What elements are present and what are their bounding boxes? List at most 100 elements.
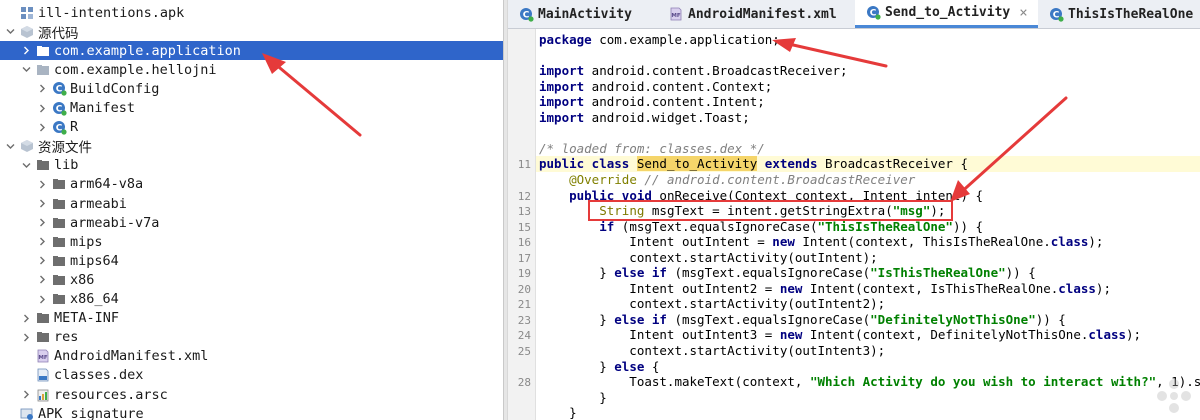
chevron-right-icon[interactable] xyxy=(37,103,47,113)
code-line[interactable]: Toast.makeText(context, "Which Activity … xyxy=(539,374,1200,390)
tab-thisistherealone[interactable]: C ThisIsTheRealOne xyxy=(1038,0,1200,28)
tree-item[interactable]: C Manifest xyxy=(0,99,503,118)
tree-item-label: ill-intentions.apk xyxy=(38,4,185,21)
source-package-icon xyxy=(19,24,35,40)
folder-icon xyxy=(35,157,51,173)
tree-item-label: arm64-v8a xyxy=(70,176,144,193)
svg-text:MF: MF xyxy=(38,355,47,361)
tree-item[interactable]: mips64 xyxy=(0,251,503,270)
code-line[interactable]: @Override // android.content.BroadcastRe… xyxy=(539,172,915,188)
code-line[interactable]: import android.content.Context; xyxy=(539,79,772,95)
line-number: 23 xyxy=(517,313,531,327)
folder-icon xyxy=(51,196,67,212)
chevron-right-icon[interactable] xyxy=(37,237,47,247)
chevron-right-icon[interactable] xyxy=(37,218,47,228)
tree-item[interactable]: classes.dex xyxy=(0,366,503,385)
chevron-down-icon[interactable] xyxy=(5,141,15,151)
chevron-down-icon[interactable] xyxy=(21,160,31,170)
tree-item-label: AndroidManifest.xml xyxy=(54,348,209,365)
tree-item-label: BuildConfig xyxy=(70,80,160,97)
chevron-right-icon[interactable] xyxy=(21,332,31,342)
code-line[interactable]: if (msgText.equalsIgnoreCase("ThisIsTheR… xyxy=(539,219,983,235)
code-line[interactable]: } else if (msgText.equalsIgnoreCase("IsT… xyxy=(539,265,1036,281)
code-line[interactable]: Intent outIntent2 = new Intent(context, … xyxy=(539,281,1111,297)
code-line[interactable]: } else { xyxy=(539,359,659,375)
code-line[interactable]: import android.content.BroadcastReceiver… xyxy=(539,63,848,79)
tree-item[interactable]: MF AndroidManifest.xml xyxy=(0,347,503,366)
tree-item[interactable]: com.example.application xyxy=(0,41,503,61)
editor-tabs: C MainActivity MF AndroidManifest.xml C Send_… xyxy=(508,0,1200,29)
code-line[interactable]: import android.content.Intent; xyxy=(539,94,765,110)
tree-item[interactable]: lib xyxy=(0,156,503,175)
class-icon: C xyxy=(51,119,67,135)
code-line[interactable]: public class Send_to_Activity extends Br… xyxy=(539,156,968,172)
tree-item-label: armeabi xyxy=(70,195,127,212)
chevron-right-icon[interactable] xyxy=(21,46,31,56)
package-icon xyxy=(35,43,51,59)
folder-icon xyxy=(51,215,67,231)
code-line[interactable]: Intent outIntent3 = new Intent(context, … xyxy=(539,327,1141,343)
tree-item[interactable]: 源代码 xyxy=(0,22,503,42)
tree-item-label: classes.dex xyxy=(54,367,144,384)
code-line[interactable]: /* loaded from: classes.dex */ xyxy=(539,141,765,157)
tree-item[interactable]: armeabi xyxy=(0,194,503,213)
chevron-right-icon[interactable] xyxy=(37,275,47,285)
tree-item-label: resources.arsc xyxy=(54,386,168,403)
code-line[interactable]: import android.widget.Toast; xyxy=(539,110,750,126)
tab-label: ThisIsTheRealOne xyxy=(1068,6,1194,22)
code-line[interactable]: } xyxy=(539,405,577,420)
signature-icon xyxy=(19,406,35,420)
tree-item[interactable]: x86_64 xyxy=(0,290,503,309)
tab-androidmanifest-xml[interactable]: MF AndroidManifest.xml xyxy=(658,0,855,28)
chevron-right-icon[interactable] xyxy=(37,84,47,94)
code-line[interactable]: context.startActivity(outIntent3); xyxy=(539,343,885,359)
svg-text:MF: MF xyxy=(671,13,680,19)
tree-item[interactable]: resources.arsc xyxy=(0,385,503,404)
code-line[interactable]: String msgText = intent.getStringExtra("… xyxy=(539,203,945,219)
chevron-right-icon[interactable] xyxy=(21,313,31,323)
tree-item[interactable]: ill-intentions.apk xyxy=(0,3,503,22)
code-line[interactable]: context.startActivity(outIntent); xyxy=(539,250,877,266)
class-icon: C xyxy=(1048,6,1064,22)
code-line[interactable]: } xyxy=(539,390,607,406)
tree-item[interactable]: APK signature xyxy=(0,404,503,420)
tree-item[interactable]: res xyxy=(0,328,503,347)
class-icon: C xyxy=(865,5,881,21)
chevron-right-icon[interactable] xyxy=(37,179,47,189)
code-line[interactable]: package com.example.application; xyxy=(539,32,780,48)
tree-item[interactable]: com.example.hellojni xyxy=(0,60,503,79)
tree-item[interactable]: mips xyxy=(0,232,503,251)
chevron-right-icon[interactable] xyxy=(37,294,47,304)
tree-item[interactable]: META-INF xyxy=(0,309,503,328)
apk-icon xyxy=(19,5,35,21)
code-line[interactable]: } else if (msgText.equalsIgnoreCase("Def… xyxy=(539,312,1066,328)
close-icon[interactable]: × xyxy=(1019,5,1027,21)
tab-mainactivity[interactable]: C MainActivity xyxy=(508,0,658,28)
code-line[interactable]: public void onReceive(Context context, I… xyxy=(539,188,983,204)
tree-item-label: 资源文件 xyxy=(38,140,92,157)
tree-item-label: mips64 xyxy=(70,252,119,269)
tree-item[interactable]: 资源文件 xyxy=(0,137,503,156)
tab-send-to-activity[interactable]: C Send_to_Activity × xyxy=(855,0,1038,28)
code-line[interactable]: context.startActivity(outIntent2); xyxy=(539,296,885,312)
chevron-down-icon[interactable] xyxy=(5,27,15,37)
line-number: 16 xyxy=(517,236,531,250)
code-line[interactable]: Intent outIntent = new Intent(context, T… xyxy=(539,234,1103,250)
project-tree[interactable]: ill-intentions.apk 源代码 com.example.applica… xyxy=(0,0,503,420)
chevron-down-icon[interactable] xyxy=(21,65,31,75)
chevron-right-icon[interactable] xyxy=(37,122,47,132)
tree-item[interactable]: armeabi-v7a xyxy=(0,213,503,232)
tree-item[interactable]: C BuildConfig xyxy=(0,79,503,98)
chevron-right-icon[interactable] xyxy=(37,256,47,266)
code-editor[interactable]: C MainActivity MF AndroidManifest.xml C Send_… xyxy=(508,0,1200,420)
chevron-right-icon[interactable] xyxy=(21,390,31,400)
chevron-right-icon[interactable] xyxy=(37,199,47,209)
folder-icon xyxy=(51,176,67,192)
code-area[interactable]: package com.example.application; import a… xyxy=(536,29,1200,420)
package-icon xyxy=(35,62,51,78)
tree-item[interactable]: x86 xyxy=(0,270,503,289)
tree-item[interactable]: arm64-v8a xyxy=(0,175,503,194)
tree-item[interactable]: CR xyxy=(0,118,503,137)
